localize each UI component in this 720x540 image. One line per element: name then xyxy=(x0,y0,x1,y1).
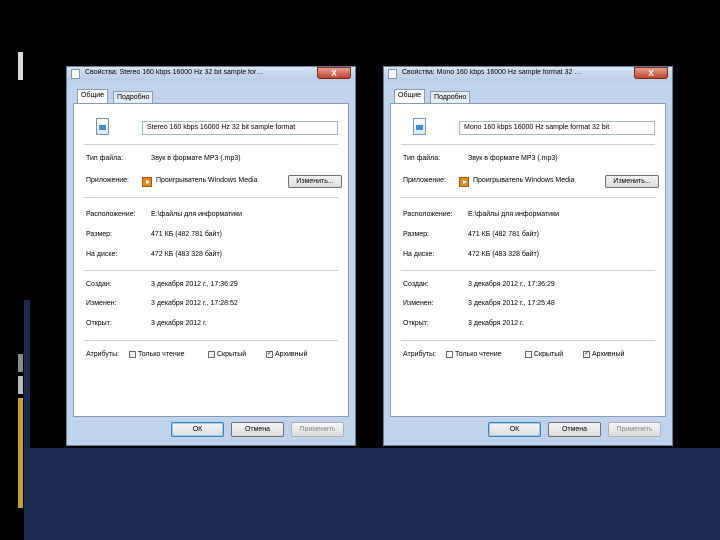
created-value: 3 декабря 2012 г., 17:36:29 xyxy=(468,281,555,288)
size-value: 471 КБ (482 781 байт) xyxy=(151,231,223,238)
file-type-value: Звук в формате MP3 (.mp3) xyxy=(151,155,241,162)
hidden-checkbox-label: Скрытый xyxy=(534,351,564,358)
modified-value: 3 декабря 2012 г., 17:28:52 xyxy=(151,300,238,307)
file-type-label: Тип файла: xyxy=(403,155,441,162)
file-properties-icon xyxy=(71,69,80,79)
location-label: Расположение: xyxy=(86,211,136,218)
location-value: E:\файлы для информатики xyxy=(151,211,243,218)
application-name: Проигрыватель Windows Media xyxy=(473,177,575,184)
divider xyxy=(401,144,655,145)
archive-checkbox[interactable] xyxy=(266,349,273,358)
change-button[interactable]: Изменить... xyxy=(605,175,659,188)
properties-window-mono: Свойства: Mono 160 kbps 16000 Hz sample … xyxy=(383,66,673,446)
divider xyxy=(84,270,338,271)
opened-value: 3 декабря 2012 г. xyxy=(468,320,524,327)
properties-window-stereo: Свойства: Stereo 160 kbps 16000 Hz 32 bi… xyxy=(66,66,356,446)
tab-general[interactable]: Общие xyxy=(77,89,109,104)
general-tab-panel: Mono 160 kbps 16000 Hz sample format 32 … xyxy=(390,103,666,417)
application-label: Приложение: xyxy=(403,177,447,184)
size-on-disk-value: 472 КБ (483 328 байт) xyxy=(151,251,223,258)
attributes-label: Атрибуты: xyxy=(86,351,120,358)
size-label: Размер: xyxy=(403,231,430,238)
readonly-checkbox-label: Только чтение xyxy=(455,351,502,358)
file-name-field[interactable]: Mono 160 kbps 16000 Hz sample format 32 … xyxy=(459,121,655,135)
change-button[interactable]: Изменить... xyxy=(288,175,342,188)
divider xyxy=(84,197,338,198)
title-bar[interactable]: Свойства: Stereo 160 kbps 16000 Hz 32 bi… xyxy=(67,67,355,81)
hidden-checkbox-label: Скрытый xyxy=(217,351,247,358)
ok-button[interactable]: ОК xyxy=(488,422,541,437)
file-type-label: Тип файла: xyxy=(86,155,124,162)
file-type-value: Звук в формате MP3 (.mp3) xyxy=(468,155,558,162)
cancel-button[interactable]: Отмена xyxy=(231,422,284,437)
size-on-disk-label: На диске: xyxy=(403,251,435,258)
divider xyxy=(401,197,655,198)
created-value: 3 декабря 2012 г., 17:36:29 xyxy=(151,281,238,288)
archive-checkbox-label: Архивный xyxy=(275,351,308,358)
location-label: Расположение: xyxy=(403,211,453,218)
tab-general[interactable]: Общие xyxy=(394,89,426,104)
file-properties-icon xyxy=(388,69,397,79)
title-bar[interactable]: Свойства: Mono 160 kbps 16000 Hz sample … xyxy=(384,67,672,81)
readonly-checkbox[interactable] xyxy=(446,351,453,358)
mp3-file-icon xyxy=(96,118,109,135)
apply-button[interactable]: Применить xyxy=(608,422,661,437)
slide-accent-bar-gold xyxy=(18,398,23,508)
modified-value: 3 декабря 2012 г., 17:25:48 xyxy=(468,300,555,307)
opened-value: 3 декабря 2012 г. xyxy=(151,320,207,327)
opened-label: Открыт: xyxy=(86,320,112,327)
slide-accent-bar-blue xyxy=(24,300,30,540)
opened-label: Открыт: xyxy=(403,320,429,327)
size-on-disk-label: На диске: xyxy=(86,251,118,258)
close-button[interactable]: X xyxy=(634,67,668,79)
divider xyxy=(84,340,338,341)
divider xyxy=(401,270,655,271)
created-label: Создан: xyxy=(86,281,112,288)
hidden-checkbox[interactable] xyxy=(208,351,215,358)
cancel-button[interactable]: Отмена xyxy=(548,422,601,437)
media-player-icon xyxy=(142,177,152,187)
window-title: Свойства: Stereo 160 kbps 16000 Hz 32 bi… xyxy=(85,69,264,76)
general-tab-panel: Stereo 160 kbps 16000 Hz 32 bit sample f… xyxy=(73,103,349,417)
close-button[interactable]: X xyxy=(317,67,351,79)
media-player-icon xyxy=(459,177,469,187)
window-title: Свойства: Mono 160 kbps 16000 Hz sample … xyxy=(402,69,582,76)
hidden-checkbox[interactable] xyxy=(525,351,532,358)
divider xyxy=(84,144,338,145)
mp3-file-icon xyxy=(413,118,426,135)
modified-label: Изменен: xyxy=(86,300,117,307)
apply-button[interactable]: Применить xyxy=(291,422,344,437)
slide-accent-bar-lightgray xyxy=(18,376,23,394)
application-name: Проигрыватель Windows Media xyxy=(156,177,258,184)
file-name-field[interactable]: Stereo 160 kbps 16000 Hz 32 bit sample f… xyxy=(142,121,338,135)
modified-label: Изменен: xyxy=(403,300,434,307)
archive-checkbox[interactable] xyxy=(583,349,590,358)
ok-button[interactable]: ОК xyxy=(171,422,224,437)
application-label: Приложение: xyxy=(86,177,130,184)
slide-accent-bar-gray xyxy=(18,354,23,372)
slide-bottom-band xyxy=(30,448,720,540)
slide-accent-bar-white xyxy=(18,52,23,80)
location-value: E:\файлы для информатики xyxy=(468,211,560,218)
divider xyxy=(401,340,655,341)
size-label: Размер: xyxy=(86,231,113,238)
attributes-label: Атрибуты: xyxy=(403,351,437,358)
archive-checkbox-label: Архивный xyxy=(592,351,625,358)
created-label: Создан: xyxy=(403,281,429,288)
readonly-checkbox[interactable] xyxy=(129,351,136,358)
size-value: 471 КБ (482 781 байт) xyxy=(468,231,540,238)
readonly-checkbox-label: Только чтение xyxy=(138,351,185,358)
size-on-disk-value: 472 КБ (483 328 байт) xyxy=(468,251,540,258)
